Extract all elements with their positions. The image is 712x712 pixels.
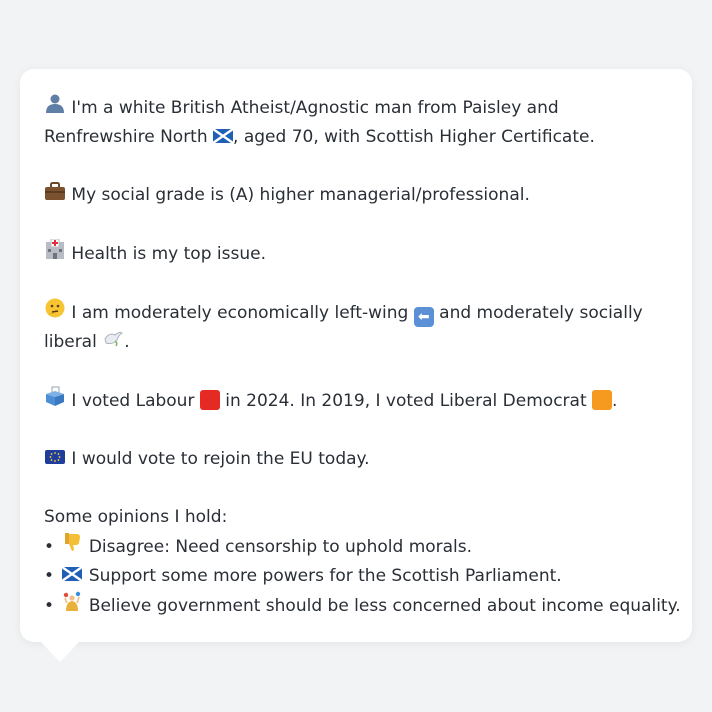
votes-text-1: I voted Labour [71, 391, 195, 411]
dove-icon [102, 328, 124, 357]
scotland-flag-icon [61, 562, 84, 591]
list-item: • Support some more powers for the Scott… [44, 562, 668, 591]
scotland-flag-icon [212, 124, 234, 144]
ideology-text-1: I am moderately economically left-wing [71, 303, 409, 323]
eu-paragraph: I would vote to rejoin the EU today. [44, 445, 668, 474]
social-grade-paragraph: My social grade is (A) higher managerial… [44, 181, 668, 210]
top-issue-paragraph: Health is my top issue. [44, 238, 668, 269]
bullet: • [44, 596, 55, 616]
briefcase-icon [44, 181, 66, 210]
identity-text-end: , aged 70, with Scottish Higher Certific… [233, 127, 595, 147]
opinions-heading: Some opinions I hold: [44, 507, 228, 527]
social-grade-text: My social grade is (A) higher managerial… [71, 185, 530, 205]
ideology-paragraph: I am moderately economically left-wing ⬅… [44, 298, 668, 357]
opinion-text: Disagree: Need censorship to uphold mora… [88, 537, 473, 557]
message-bubble: I'm a white British Atheist/Agnostic man… [20, 69, 692, 642]
ideology-text-end: . [124, 332, 130, 352]
bubble-tail [39, 640, 81, 662]
thumbs-down-icon [61, 532, 83, 562]
eu-text: I would vote to rejoin the EU today. [71, 449, 370, 469]
list-item: • Disagree: Need censorship to uphold mo… [44, 532, 668, 562]
libdem-orange-square-icon [592, 390, 613, 410]
identity-paragraph: I'm a white British Atheist/Agnostic man… [44, 93, 668, 152]
votes-paragraph: I voted Labour in 2024. In 2019, I voted… [44, 386, 668, 416]
opinions-list: • Disagree: Need censorship to uphold mo… [44, 532, 681, 621]
hospital-icon [44, 238, 66, 269]
list-item: • Believe government should be less conc… [44, 591, 681, 621]
bullet: • [44, 537, 55, 557]
opinion-text: Support some more powers for the Scottis… [88, 566, 562, 586]
labour-red-square-icon [199, 390, 220, 410]
ballot-box-icon [44, 386, 66, 416]
opinion-text: Believe government should be less concer… [88, 596, 681, 616]
eu-flag-icon [44, 445, 66, 474]
top-issue-text: Health is my top issue. [71, 244, 266, 264]
thinking-face-icon [44, 298, 66, 328]
person-silhouette-icon [44, 93, 66, 123]
votes-text-end: . [612, 391, 618, 411]
left-arrow-icon: ⬅ [413, 307, 434, 327]
bullet: • [44, 566, 55, 586]
juggling-person-icon [61, 591, 83, 621]
votes-text-2: in 2024. In 2019, I voted Liberal Democr… [225, 391, 587, 411]
